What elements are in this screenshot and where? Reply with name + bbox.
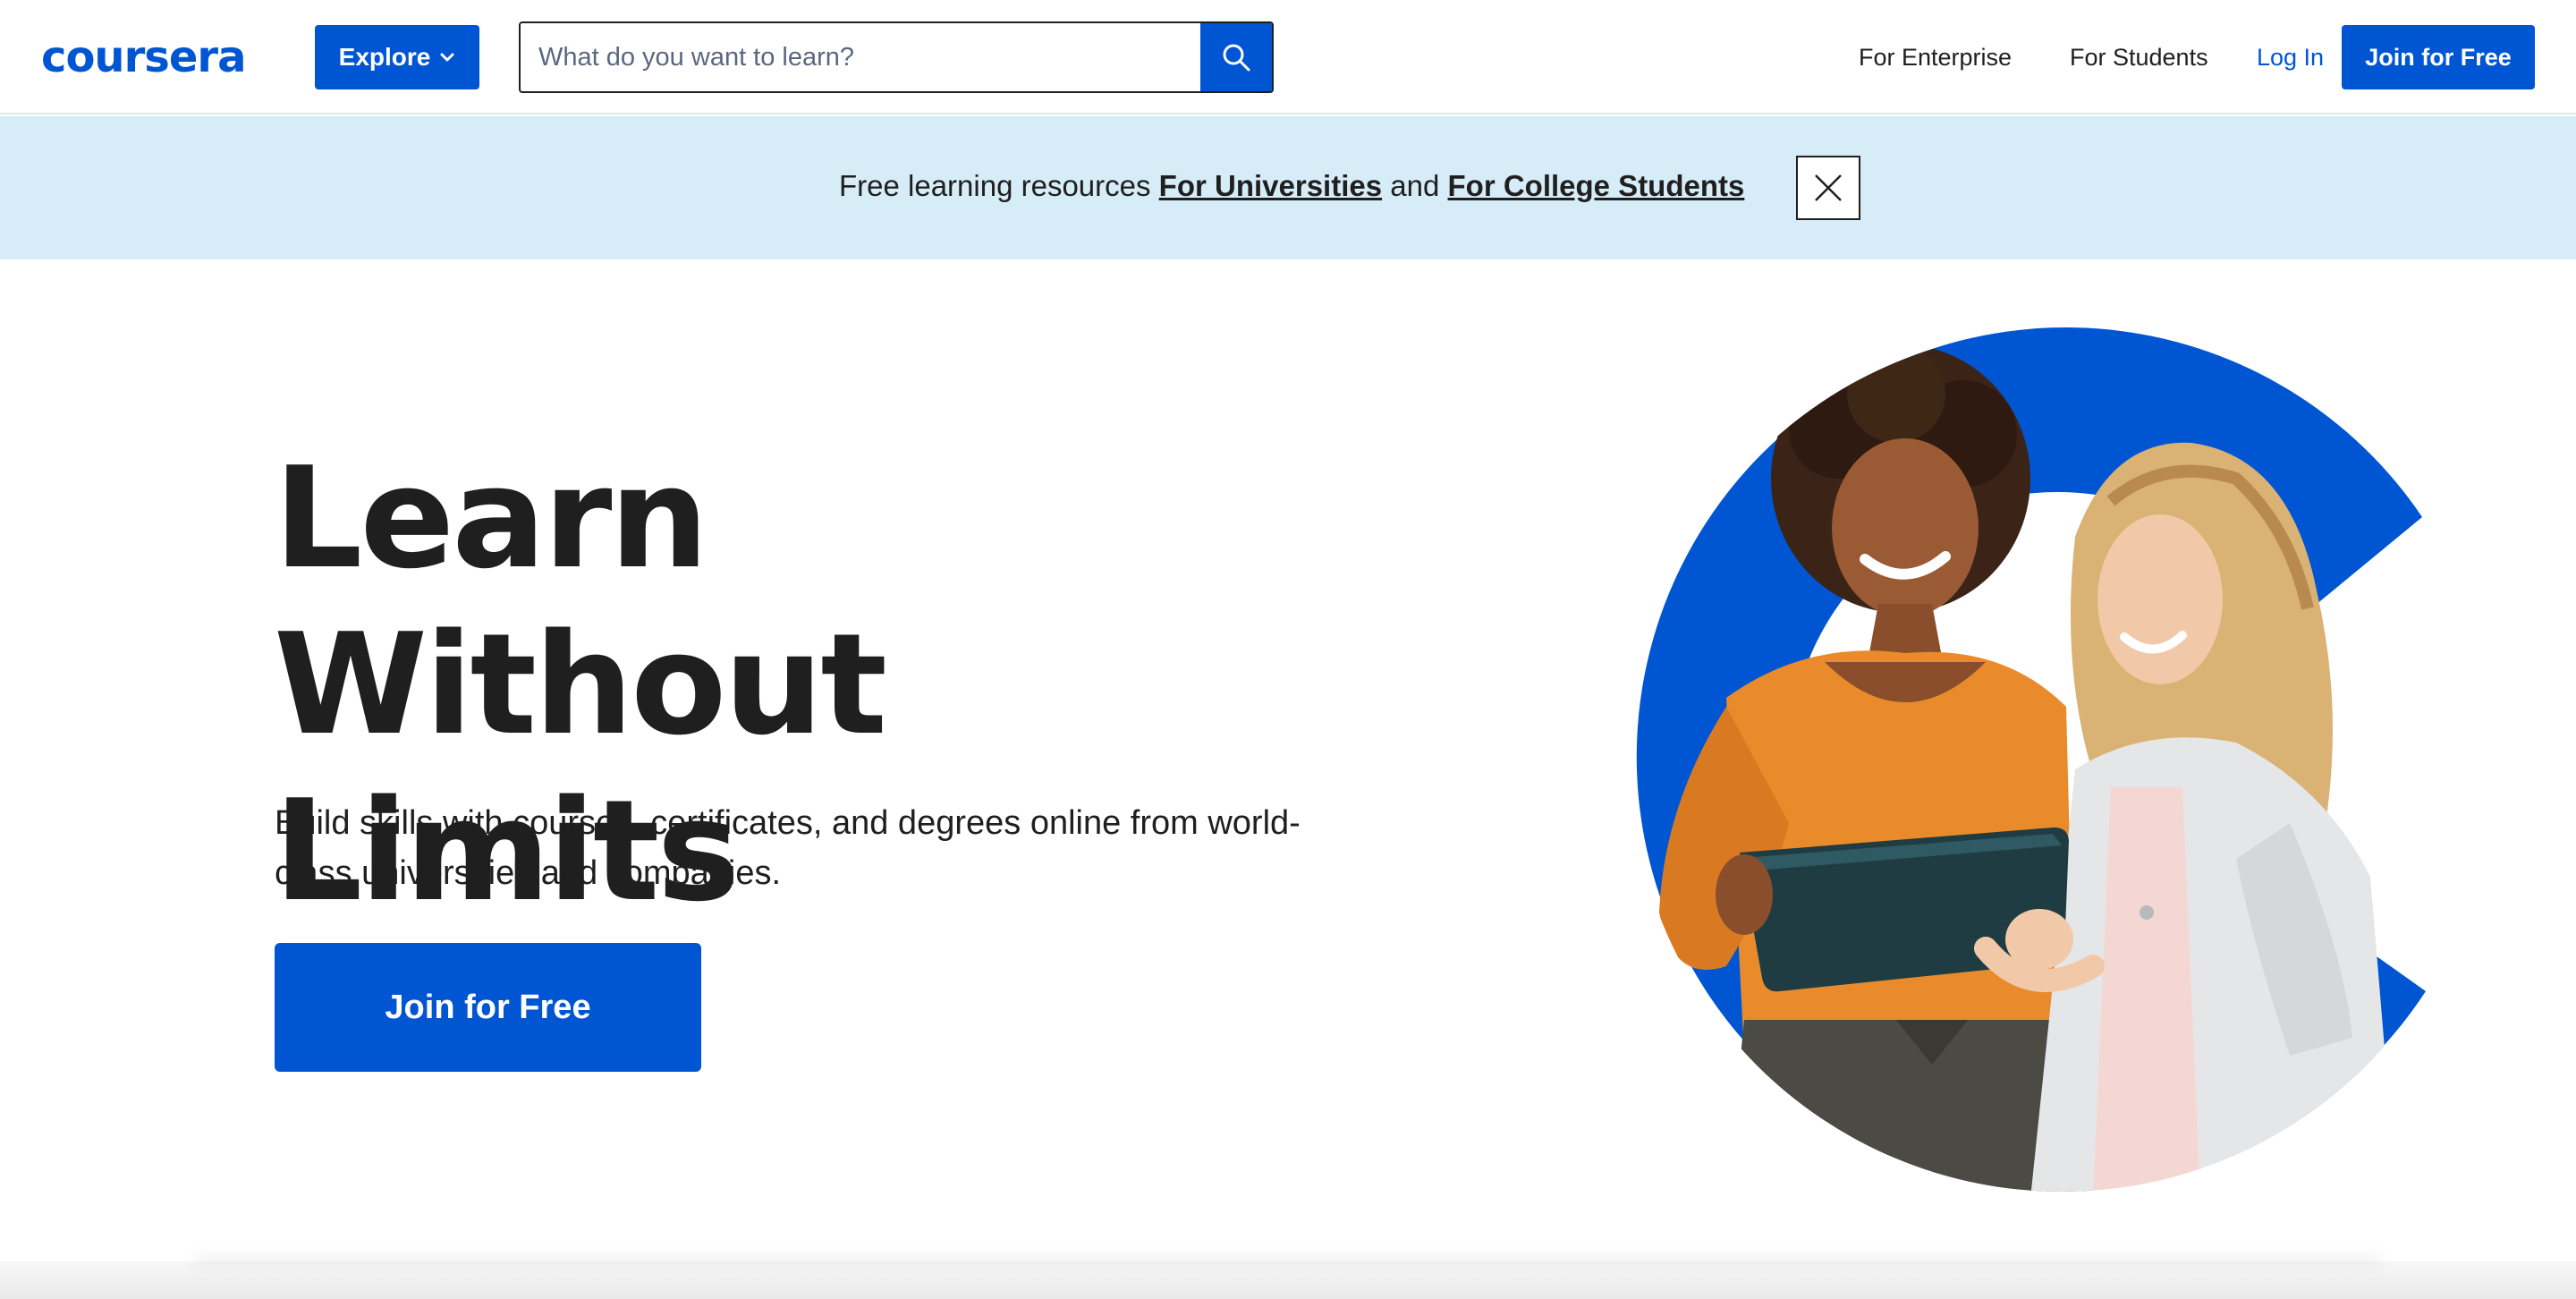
search-icon	[1223, 44, 1250, 72]
join-for-free-header-button[interactable]: Join for Free	[2342, 25, 2535, 89]
hero-subtitle: Build skills with courses, certificates,…	[275, 804, 1301, 892]
top-navigation-bar: coursera Explore For Enterprise For Stud…	[0, 0, 2576, 115]
for-universities-link[interactable]: For Universities	[1159, 169, 1382, 202]
nav-for-students[interactable]: For Students	[2070, 39, 2208, 75]
explore-button[interactable]: Explore	[315, 25, 479, 89]
next-section-edge	[0, 1261, 2576, 1299]
hero-title-line-1: Learn Without	[274, 437, 887, 766]
banner-close-button[interactable]	[1796, 156, 1860, 220]
join-for-free-hero-button[interactable]: Join for Free	[275, 943, 701, 1072]
chevron-down-icon	[440, 53, 454, 62]
search-input[interactable]	[521, 23, 1202, 91]
explore-label: Explore	[338, 43, 431, 71]
nav-for-enterprise[interactable]: For Enterprise	[1859, 39, 2012, 75]
banner-middle: and	[1382, 169, 1448, 202]
announcement-banner: Free learning resources For Universities…	[0, 116, 2576, 259]
close-icon	[1815, 174, 1842, 201]
banner-prefix: Free learning resources	[839, 169, 1159, 202]
login-link[interactable]: Log In	[2257, 39, 2324, 75]
for-college-students-link[interactable]: For College Students	[1448, 169, 1745, 202]
search-bar	[519, 21, 1274, 93]
person-left	[1659, 344, 2093, 1192]
search-button[interactable]	[1200, 23, 1272, 91]
banner-text: Free learning resources For Universities…	[839, 166, 1744, 206]
hero-image	[1636, 327, 2426, 1192]
coursera-logo[interactable]: coursera	[41, 32, 246, 82]
